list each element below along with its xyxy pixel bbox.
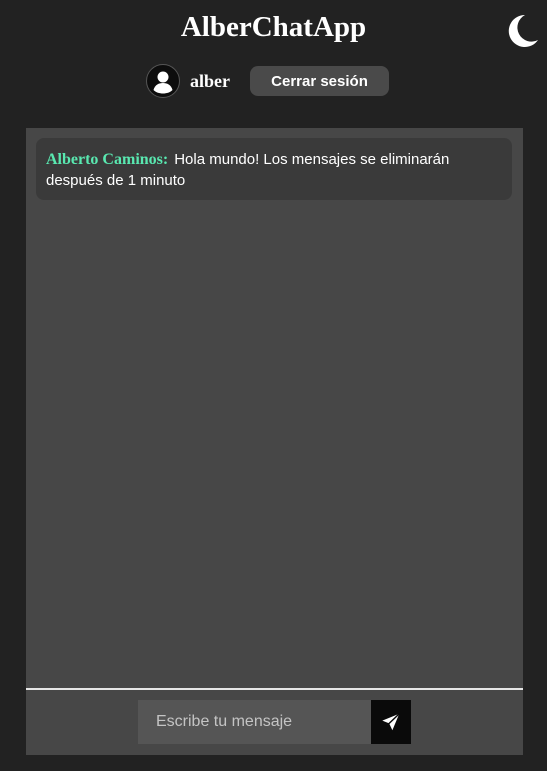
send-icon	[380, 711, 402, 733]
logout-button[interactable]: Cerrar sesión	[250, 66, 389, 96]
chat-panel: Alberto Caminos: Hola mundo! Los mensajes…	[26, 128, 523, 755]
message-composer	[138, 700, 411, 744]
user-avatar-icon	[146, 64, 180, 98]
user-bar: alber Cerrar sesión	[146, 64, 389, 98]
username: alber	[190, 70, 230, 91]
send-button[interactable]	[371, 700, 411, 744]
message-item: Alberto Caminos: Hola mundo! Los mensajes…	[36, 138, 512, 200]
message-list[interactable]: Alberto Caminos: Hola mundo! Los mensajes…	[26, 128, 523, 688]
message-author: Alberto Caminos:	[46, 151, 169, 168]
message-input[interactable]	[138, 700, 371, 744]
app-title: AlberChatApp	[180, 11, 367, 43]
composer-divider	[26, 688, 523, 690]
moon-icon[interactable]	[503, 12, 541, 50]
